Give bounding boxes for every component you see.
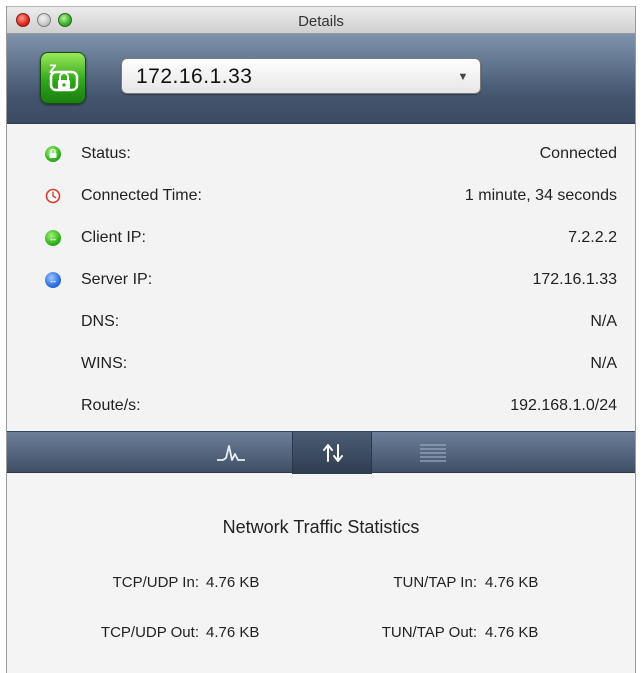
tun-tap-in-value: 4.76 KB xyxy=(485,574,539,591)
detail-row-connected-time: Connected Time: 1 minute, 34 seconds xyxy=(7,175,635,217)
title-bar: Details xyxy=(7,6,635,34)
clock-icon xyxy=(45,188,61,204)
svg-text:z: z xyxy=(49,60,57,77)
tab-graph[interactable] xyxy=(190,432,270,474)
tun-tap-out-label: TUN/TAP Out: xyxy=(381,624,477,641)
detail-value: N/A xyxy=(590,355,617,372)
server-select[interactable]: 172.16.1.33 ▼ xyxy=(121,58,481,94)
stats-title: Network Traffic Statistics xyxy=(222,517,420,537)
detail-row-server-ip: ↔ Server IP: 172.16.1.33 xyxy=(7,259,635,301)
detail-value: 1 minute, 34 seconds xyxy=(464,187,617,204)
detail-label: WINS: xyxy=(81,355,128,372)
detail-label: Connected Time: xyxy=(81,187,202,204)
detail-label: Status: xyxy=(81,145,131,162)
activity-graph-icon xyxy=(217,445,245,461)
detail-label: Route/s: xyxy=(81,397,141,414)
window-title: Details xyxy=(298,13,344,30)
detail-label: DNS: xyxy=(81,313,120,330)
traffic-stats-panel: Network Traffic Statistics TCP/UDP In: 4… xyxy=(7,474,635,673)
tcp-udp-out-label: TCP/UDP Out: xyxy=(100,624,199,641)
detail-value: N/A xyxy=(590,313,617,330)
up-down-arrows-icon xyxy=(323,444,343,462)
view-tab-bar xyxy=(7,431,635,474)
lock-status-icon xyxy=(45,146,61,162)
detail-label: Client IP: xyxy=(81,229,146,246)
detail-row-wins: WINS: N/A xyxy=(7,343,635,385)
detail-row-routes: Route/s: 192.168.1.0/24 xyxy=(7,385,635,427)
details-window: Details z 172.16.1.33 ▼ Status: Connecte… xyxy=(6,6,636,673)
server-ip-icon: ↔ xyxy=(45,272,61,288)
log-lines-icon xyxy=(420,444,446,462)
detail-row-client-ip: ↔ Client IP: 7.2.2.2 xyxy=(7,217,635,259)
tab-log[interactable] xyxy=(392,432,472,474)
detail-value: 172.16.1.33 xyxy=(532,271,617,288)
client-ip-icon: ↔ xyxy=(45,230,61,246)
detail-value: 192.168.1.0/24 xyxy=(510,397,617,414)
detail-value: 7.2.2.2 xyxy=(568,229,617,246)
connection-details: Status: Connected Connected Time: 1 minu… xyxy=(7,125,635,431)
tun-tap-out-value: 4.76 KB xyxy=(485,624,539,641)
detail-value: Connected xyxy=(539,145,617,162)
tcp-udp-in-label: TCP/UDP In: xyxy=(112,574,199,591)
tcp-udp-out-value: 4.76 KB xyxy=(206,624,260,641)
tun-tap-in-label: TUN/TAP In: xyxy=(393,574,477,591)
tab-traffic[interactable] xyxy=(292,432,372,474)
app-logo-icon: z xyxy=(40,52,86,104)
header-band: z 172.16.1.33 ▼ xyxy=(7,34,635,124)
server-select-value: 172.16.1.33 xyxy=(136,65,253,88)
detail-label: Server IP: xyxy=(81,271,153,288)
detail-row-status: Status: Connected xyxy=(7,133,635,175)
tcp-udp-in-value: 4.76 KB xyxy=(206,574,260,591)
chevron-down-icon: ▼ xyxy=(457,71,469,83)
detail-row-dns: DNS: N/A xyxy=(7,301,635,343)
